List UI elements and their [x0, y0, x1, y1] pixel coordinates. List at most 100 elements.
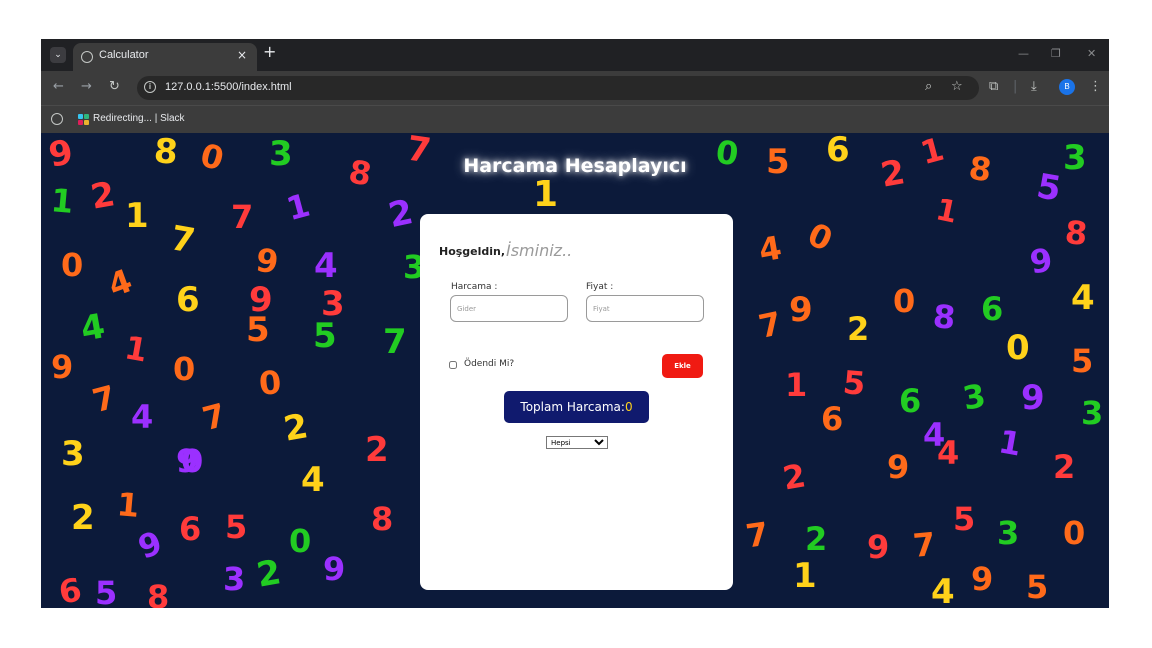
extensions-icon[interactable]: ⧉: [989, 80, 998, 94]
total-value: 0: [624, 400, 633, 414]
background-digit: 9: [1021, 378, 1045, 418]
new-tab-icon[interactable]: +: [263, 44, 276, 60]
background-digit: 9: [133, 523, 168, 567]
tab-strip: ⌄ Calculator × + — ❐ ✕: [41, 39, 1109, 71]
total-label: Toplam Harcama:: [520, 400, 625, 414]
background-digit: 2: [71, 498, 95, 538]
background-digit: 0: [1006, 328, 1030, 368]
profile-avatar[interactable]: B: [1059, 79, 1075, 95]
background-digit: 4: [103, 261, 138, 305]
background-digit: 9: [887, 448, 910, 486]
add-button[interactable]: Ekle: [662, 354, 703, 378]
welcome-label: Hoşgeldin,: [439, 245, 506, 258]
background-digit: 0: [893, 282, 916, 320]
background-digit: 2: [280, 406, 311, 450]
background-digit: 6: [899, 382, 922, 420]
background-digit: 7: [743, 514, 771, 556]
background-digit: 2: [87, 174, 118, 218]
browser-toolbar: ← → ↻ i 127.0.0.1:5500/index.html ⌕ ☆ ⧉ …: [41, 71, 1109, 105]
background-digit: 4: [931, 572, 955, 608]
background-digit: 1: [932, 192, 961, 231]
background-digit: 4: [937, 434, 960, 472]
filter-select[interactable]: Hepsi: [546, 436, 608, 449]
background-digit: 6: [55, 570, 85, 608]
background-digit: 7: [167, 218, 198, 262]
background-digit: 5: [1071, 342, 1094, 380]
background-digit: 4: [131, 398, 154, 436]
bookmark-slack[interactable]: Redirecting... | Slack: [93, 113, 185, 124]
background-digit: 2: [1053, 448, 1076, 486]
background-digit: 9: [176, 442, 199, 480]
background-digit: 6: [179, 510, 202, 548]
background-digit: 9: [789, 290, 813, 330]
price-label: Fiyat :: [586, 282, 614, 292]
background-digit: 6: [981, 290, 1004, 328]
background-digit: 9: [971, 560, 994, 598]
background-digit: 6: [176, 280, 200, 320]
background-digit: 3: [997, 514, 1020, 552]
info-icon[interactable]: i: [144, 81, 156, 93]
menu-icon[interactable]: ⋮: [1089, 80, 1102, 94]
price-input[interactable]: [586, 295, 704, 322]
background-digit: 2: [779, 456, 809, 498]
background-digit: 8: [1063, 213, 1089, 253]
background-digit: 2: [253, 552, 284, 596]
close-window-icon[interactable]: ✕: [1087, 47, 1096, 60]
background-digit: 5: [225, 508, 248, 546]
background-digit: 1: [115, 485, 141, 525]
expense-card: Hoşgeldin, Harcama : Fiyat : Ödendi Mi? …: [420, 214, 733, 590]
restore-icon[interactable]: ❐: [1051, 47, 1061, 60]
paid-label: Ödendi Mi?: [464, 359, 515, 369]
tab-calculator[interactable]: Calculator ×: [73, 43, 257, 71]
background-digit: 9: [51, 348, 74, 386]
forward-icon[interactable]: →: [81, 80, 92, 94]
download-icon[interactable]: ⤓: [1031, 80, 1037, 94]
background-digit: 2: [805, 520, 828, 558]
toolbar-divider: |: [1013, 79, 1018, 94]
star-icon[interactable]: ☆: [951, 80, 963, 94]
background-digit: 5: [313, 316, 337, 356]
bookmarks-bar: Redirecting... | Slack: [41, 105, 1109, 133]
reload-icon[interactable]: ↻: [109, 80, 120, 94]
paid-checkbox[interactable]: [449, 361, 457, 369]
tab-close-icon[interactable]: ×: [237, 48, 247, 62]
background-digit: 3: [959, 376, 989, 418]
minimize-icon[interactable]: —: [1018, 47, 1029, 60]
background-digit: 7: [911, 525, 937, 565]
background-digit: 7: [755, 304, 785, 346]
background-digit: 6: [821, 400, 844, 438]
background-digit: 5: [953, 500, 976, 538]
globe-icon: [81, 51, 93, 63]
back-icon[interactable]: ←: [53, 80, 64, 94]
url-text[interactable]: 127.0.0.1:5500/index.html: [165, 81, 292, 93]
tab-title: Calculator: [99, 49, 149, 61]
total-expense-box: Toplam Harcama:0: [504, 391, 649, 423]
address-bar[interactable]: i 127.0.0.1:5500/index.html: [137, 76, 979, 100]
background-digit: 3: [1081, 394, 1104, 432]
browser-window: ⌄ Calculator × + — ❐ ✕ ← → ↻ i 127.0.0.1…: [41, 39, 1109, 608]
background-digit: 1: [121, 328, 151, 370]
background-digit: 0: [289, 522, 312, 560]
expense-input[interactable]: [450, 295, 568, 322]
background-digit: 8: [147, 578, 170, 608]
background-digit: 7: [231, 198, 254, 236]
background-digit: 5: [841, 363, 867, 403]
background-digit: 7: [383, 322, 407, 362]
background-digit: 1: [785, 366, 808, 404]
background-digit: 0: [257, 363, 283, 403]
zoom-icon[interactable]: ⌕: [925, 80, 932, 94]
background-digit: 2: [847, 310, 870, 348]
background-digit: 9: [1027, 240, 1055, 282]
tab-search-icon[interactable]: ⌄: [50, 47, 66, 63]
background-digit: 0: [173, 350, 196, 388]
background-digit: 3: [61, 434, 85, 474]
background-digit: 2: [385, 191, 417, 237]
background-digit: 4: [77, 306, 108, 350]
slack-icon: [78, 114, 89, 125]
name-input[interactable]: [506, 238, 656, 262]
background-digit: 5: [246, 310, 270, 350]
background-digit: 4: [755, 228, 785, 270]
background-digit: 8: [931, 297, 957, 337]
background-digit: 1: [125, 196, 149, 236]
globe-icon[interactable]: [51, 113, 63, 125]
